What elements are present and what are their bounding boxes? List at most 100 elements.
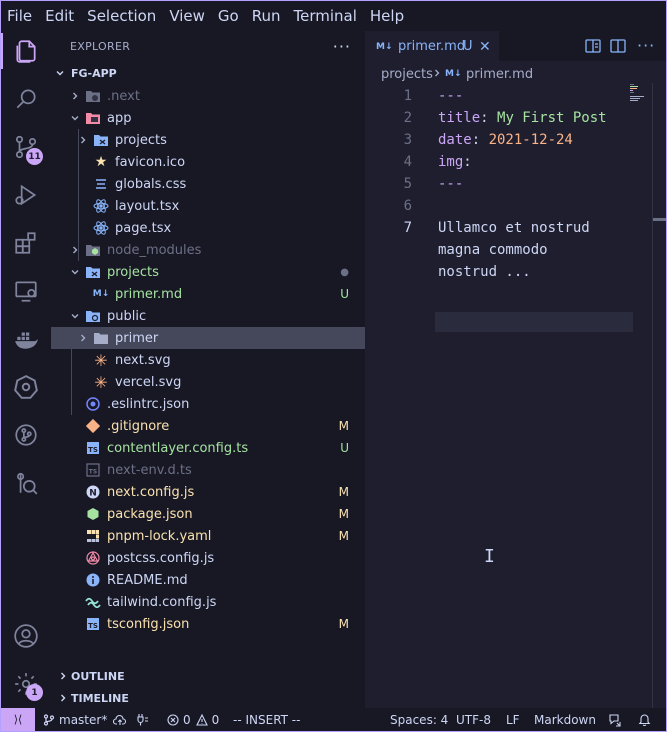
indentation-label: Spaces: 4 (390, 712, 449, 727)
breadcrumb-folder[interactable]: projects (381, 67, 433, 82)
language-status[interactable]: Markdown (534, 708, 596, 731)
tree-folder-primer[interactable]: primer (51, 327, 365, 349)
menu-bar: File Edit Selection View Go Run Terminal… (1, 1, 666, 31)
breadcrumb: projects M↓ primer.md (365, 63, 666, 85)
ports-status[interactable] (136, 708, 149, 731)
menu-selection[interactable]: Selection (87, 7, 156, 25)
feedback-status[interactable] (608, 708, 622, 731)
vertical-scrollbar[interactable] (652, 83, 666, 708)
timeline-section-header[interactable]: TIMELINE (51, 687, 365, 709)
tree-file-pnpm-lock[interactable]: pnpm-lock.yaml M (51, 525, 365, 547)
tree-file-next-env[interactable]: TS next-env.d.ts (51, 459, 365, 481)
line-text: img: (438, 154, 472, 170)
eslint-icon (85, 396, 101, 412)
tree-item-label: .next (107, 88, 140, 104)
tree-folder-public[interactable]: public (51, 305, 365, 327)
tree-folder-next[interactable]: .next (51, 85, 365, 107)
tree-item-label: next.config.js (107, 484, 195, 500)
error-count: 0 (183, 712, 191, 727)
tree-folder-app[interactable]: app (51, 107, 365, 129)
menu-file[interactable]: File (7, 7, 32, 25)
activity-explorer[interactable] (1, 31, 51, 71)
editor-area: M↓ primer.md U ✕ ··· projects M↓ primer.… (365, 31, 666, 708)
menu-help[interactable]: Help (370, 7, 404, 25)
menu-terminal[interactable]: Terminal (294, 7, 357, 25)
menu-edit[interactable]: Edit (45, 7, 74, 25)
scroll-thumb[interactable] (653, 218, 666, 221)
tree-file-tsconfig[interactable]: TS tsconfig.json M (51, 613, 365, 635)
tree-folder-node-modules[interactable]: node_modules (51, 239, 365, 261)
tree-file-readme[interactable]: README.md (51, 569, 365, 591)
activity-remote-explorer[interactable] (1, 271, 51, 311)
problems-status[interactable]: 0 0 (167, 708, 219, 731)
tab-primer-md[interactable]: M↓ primer.md U ✕ (365, 31, 499, 61)
line-number: 6 (403, 198, 412, 214)
close-icon[interactable]: ✕ (479, 39, 491, 55)
open-preview-icon[interactable] (584, 37, 602, 55)
split-editor-icon[interactable] (609, 37, 627, 55)
activity-search[interactable] (1, 79, 51, 119)
more-actions-icon[interactable]: ··· (333, 37, 351, 56)
typescript-config-icon: TS (85, 616, 101, 632)
extensions-icon (15, 232, 36, 254)
more-actions-icon[interactable]: ··· (637, 36, 655, 55)
menu-view[interactable]: View (169, 7, 205, 25)
manage-badge: 1 (26, 684, 43, 701)
project-root[interactable]: FG-APP (51, 63, 365, 83)
tree-folder-app-projects[interactable]: projects (51, 129, 365, 151)
git-status: M (338, 419, 349, 433)
activity-run-debug[interactable] (1, 175, 51, 215)
tree-file-next-svg[interactable]: ✳ next.svg (51, 349, 365, 371)
svg-icon: ✳ (94, 350, 108, 370)
tree-file-favicon[interactable]: ★ favicon.ico (51, 151, 365, 173)
line-text: date: 2021-12-24 (438, 132, 573, 148)
menu-go[interactable]: Go (218, 7, 239, 25)
folder-projects-icon (93, 132, 109, 148)
line-number: 1 (403, 88, 412, 104)
indentation-status[interactable]: Spaces: 4 (390, 708, 448, 731)
docker-icon (15, 332, 38, 349)
remote-explorer-icon (15, 281, 37, 302)
tree-file-next-config[interactable]: N next.config.js M (51, 481, 365, 503)
activity-gitlens[interactable] (1, 463, 51, 503)
remote-indicator[interactable]: ⟩⟨ (1, 708, 35, 731)
branch-status[interactable]: master* (43, 708, 127, 731)
minimap[interactable] (629, 83, 651, 103)
outline-section-header[interactable]: OUTLINE (51, 665, 365, 687)
tree-item-label: vercel.svg (115, 374, 182, 390)
tree-file-layout-tsx[interactable]: layout.tsx (51, 195, 365, 217)
activity-kubernetes[interactable] (1, 367, 51, 407)
files-icon (16, 40, 36, 63)
breadcrumb-file[interactable]: primer.md (466, 67, 533, 82)
tree-folder-projects[interactable]: projects ● (51, 261, 365, 283)
activity-docker[interactable] (1, 319, 51, 359)
encoding-status[interactable]: UTF-8 (456, 708, 491, 731)
tree-file-package-json[interactable]: package.json M (51, 503, 365, 525)
sync-cloud-icon[interactable] (113, 714, 127, 726)
activity-extensions[interactable] (1, 223, 51, 263)
gitlens-icon (17, 472, 38, 495)
react-icon (93, 198, 109, 214)
eol-status[interactable]: LF (506, 708, 520, 731)
activity-manage[interactable]: 1 (1, 664, 51, 704)
tree-file-contentlayer[interactable]: TS contentlayer.config.ts U (51, 437, 365, 459)
tab-git-status: U (463, 39, 473, 54)
menu-run[interactable]: Run (252, 7, 281, 25)
typescript-def-icon: TS (85, 462, 101, 478)
tree-file-tailwind[interactable]: tailwind.config.js (51, 591, 365, 613)
git-graph-icon (15, 424, 37, 446)
tree-file-postcss[interactable]: postcss.config.js (51, 547, 365, 569)
tree-file-page-tsx[interactable]: page.tsx (51, 217, 365, 239)
tab-bar: M↓ primer.md U ✕ ··· (365, 31, 666, 61)
git-status: U (340, 287, 349, 301)
activity-accounts[interactable] (1, 616, 51, 656)
activity-git-graph[interactable] (1, 415, 51, 455)
account-icon (14, 624, 38, 648)
tree-file-primer-md[interactable]: M↓ primer.md U (51, 283, 365, 305)
notifications-status[interactable] (638, 708, 651, 731)
tree-file-globals-css[interactable]: globals.css (51, 173, 365, 195)
tree-file-eslintrc[interactable]: .eslintrc.json (51, 393, 365, 415)
tree-file-gitignore[interactable]: .gitignore M (51, 415, 365, 437)
tree-file-vercel-svg[interactable]: ✳ vercel.svg (51, 371, 365, 393)
activity-source-control[interactable]: 11 (1, 127, 51, 167)
